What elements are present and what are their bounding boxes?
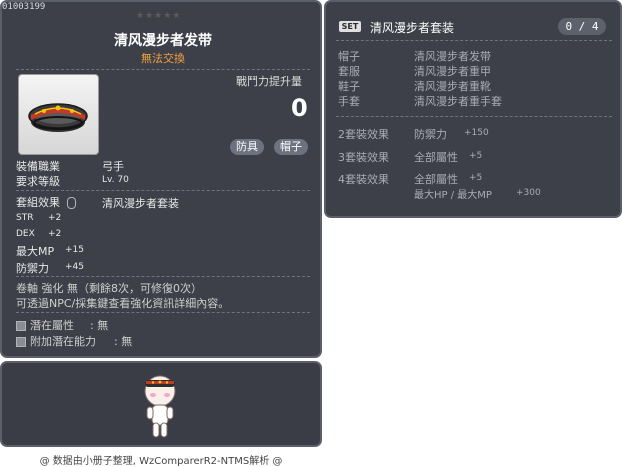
- set-effect-label-text: 套組效果: [16, 196, 60, 209]
- character-preview-panel: [0, 361, 322, 447]
- lock-icon: [16, 337, 26, 347]
- divider: [16, 312, 310, 313]
- stat-value: +2: [48, 213, 62, 223]
- set-piece-slot: 手套: [338, 95, 360, 108]
- set-piece-slot: 套服: [338, 65, 360, 78]
- category-tag-hat: 帽子: [274, 139, 308, 155]
- attack-power-increase-value: 0: [291, 94, 308, 122]
- set-effect-stat: 最大HP / 最大MP: [414, 190, 492, 201]
- item-id: 01003199: [2, 2, 46, 12]
- bonus-potential-row: 附加潛在能力: [16, 333, 96, 349]
- star-force-stars: ★★★★★: [136, 11, 182, 21]
- stat-name: 最大MP: [16, 245, 55, 258]
- set-effect-stat: 防禦力: [414, 128, 447, 141]
- set-piece-count: 0 / 4: [558, 18, 606, 35]
- set-effect-value: +300: [516, 188, 541, 198]
- potential-value: : 無: [90, 319, 109, 332]
- stat-name: STR: [16, 213, 34, 223]
- set-piece-slot: 鞋子: [338, 80, 360, 93]
- stat-name: 防禦力: [16, 262, 49, 275]
- set-piece-name: 清风漫步者重手套: [414, 95, 502, 108]
- divider: [336, 116, 612, 117]
- stat-value: +45: [65, 262, 84, 272]
- lock-icon: [16, 321, 26, 331]
- set-badge: SET: [339, 21, 361, 32]
- set-effect-tier-label: 2套裝效果: [338, 128, 389, 141]
- set-effect-panel: SET 清风漫步者套装 0 / 4 帽子 清风漫步者发带 套服 清风漫步者重甲 …: [324, 0, 622, 218]
- set-effect-name: 清风漫步者套装: [102, 197, 179, 210]
- stat-value: +2: [48, 229, 62, 239]
- set-effect-stat: 全部屬性: [414, 151, 458, 164]
- stat-name: DEX: [16, 229, 35, 239]
- potential-row: 潛在屬性: [16, 317, 74, 333]
- set-effect-label: 套組效果: [16, 194, 76, 210]
- job-label: 裝備職業: [16, 160, 60, 173]
- item-tooltip-panel: 01003199 ★★★★★ 清风漫步者发带 無法交換 戰鬥力提升量 0 防具 …: [0, 0, 322, 358]
- bonus-potential-value: : 無: [114, 335, 133, 348]
- job-value: 弓手: [102, 160, 124, 173]
- set-title: 清风漫步者套装: [370, 21, 455, 35]
- set-effect-value: +5: [469, 173, 483, 183]
- source-credit-footer: @ 数据由小册子整理, WzComparerR2-NTMS解析 @: [39, 456, 283, 467]
- divider: [336, 40, 612, 41]
- stat-value: +15: [65, 245, 84, 255]
- divider: [16, 276, 310, 277]
- upgrade-info: 卷軸 強化 無（剩餘8次，可修復0次）: [16, 282, 202, 295]
- potential-label: 潛在屬性: [30, 319, 74, 332]
- set-effect-stat: 全部屬性: [414, 173, 458, 186]
- set-piece-name: 清风漫步者重甲: [414, 65, 491, 78]
- set-effect-value: +150: [464, 128, 489, 138]
- mouse-icon: [66, 197, 76, 209]
- divider: [16, 190, 310, 191]
- headband-icon: [28, 103, 88, 132]
- set-effect-tier-label: 4套裝效果: [338, 173, 389, 186]
- attack-power-increase-label: 戰鬥力提升量: [236, 75, 302, 88]
- character-avatar: [144, 375, 176, 438]
- item-icon: [18, 74, 99, 155]
- level-value: Lv. 70: [102, 175, 129, 185]
- level-label: 要求等級: [16, 175, 60, 188]
- divider: [16, 69, 310, 70]
- set-effect-value: +5: [469, 151, 483, 161]
- item-name: 清风漫步者发带: [114, 33, 212, 49]
- set-piece-name: 清风漫步者重靴: [414, 80, 491, 93]
- npc-info: 可透過NPC/採集鍵查看強化資訊詳細內容。: [16, 297, 230, 310]
- bonus-potential-label: 附加潛在能力: [30, 335, 96, 348]
- set-piece-slot: 帽子: [338, 50, 360, 63]
- set-piece-name: 清风漫步者发带: [414, 50, 491, 63]
- category-tag-armor: 防具: [230, 139, 264, 155]
- trade-status: 無法交換: [141, 52, 185, 65]
- set-effect-tier-label: 3套裝效果: [338, 151, 389, 164]
